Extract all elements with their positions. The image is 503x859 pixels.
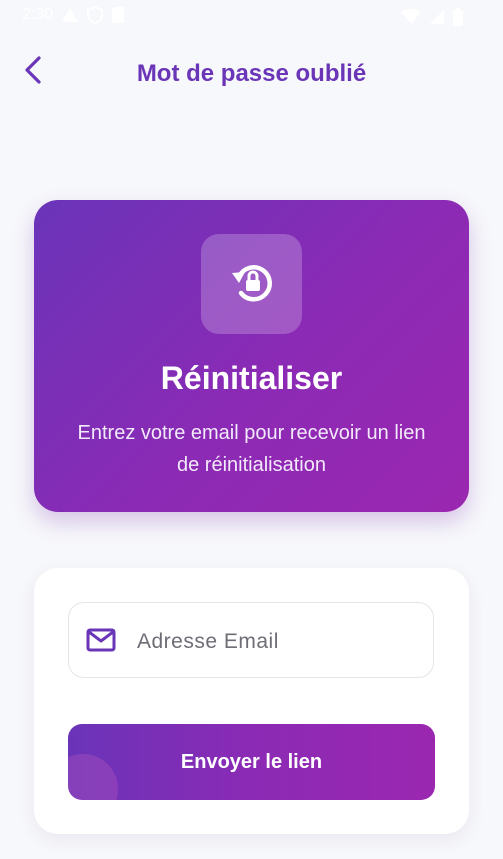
hero-title: Réinitialiser: [160, 360, 343, 396]
send-link-label: Envoyer le lien: [180, 750, 323, 773]
button-ripple: [68, 754, 118, 800]
wifi-icon: [401, 9, 421, 25]
status-bar: 2:30: [0, 0, 503, 34]
form-card: Envoyer le lien: [34, 568, 469, 834]
hero-subtitle: Entrez votre email pour recevoir un lien…: [77, 422, 426, 476]
lock-reset-icon: [227, 257, 277, 312]
status-left: 2:30: [22, 6, 125, 24]
shield-icon: [87, 6, 104, 24]
hero-icon-box: [201, 234, 302, 334]
mail-icon: [86, 628, 116, 652]
warning-icon: [61, 7, 79, 23]
battery-icon: [453, 8, 463, 26]
email-input[interactable]: [135, 621, 419, 663]
hero-card: Réinitialiser Entrez votre email pour re…: [34, 200, 469, 512]
signal-icon: [429, 9, 445, 25]
page-title: Mot de passe oublié: [136, 60, 367, 87]
sim-card-icon: [111, 6, 125, 24]
send-link-button[interactable]: Envoyer le lien: [68, 724, 435, 800]
app-bar: Mot de passe oublié: [0, 40, 503, 106]
status-right: [401, 8, 463, 26]
email-field[interactable]: [68, 602, 434, 678]
status-time: 2:30: [22, 6, 54, 23]
